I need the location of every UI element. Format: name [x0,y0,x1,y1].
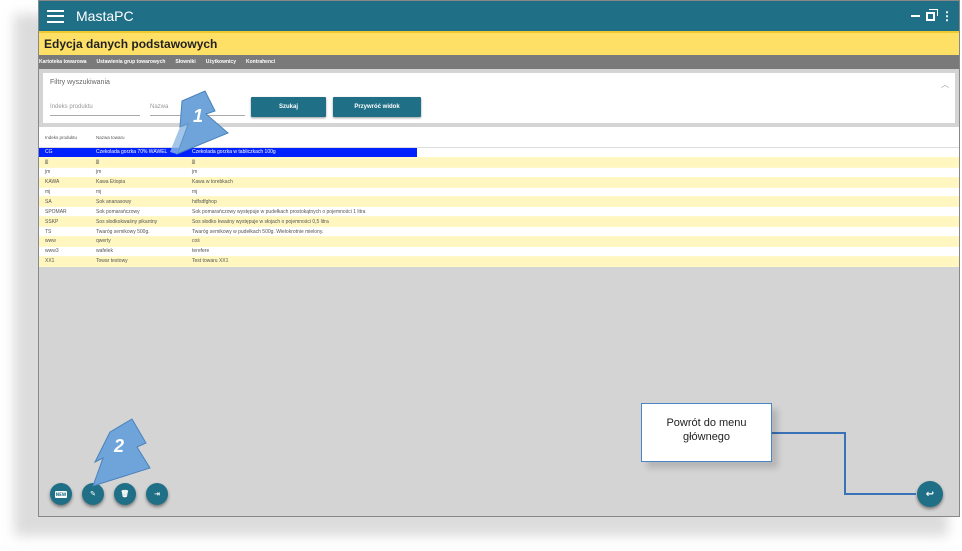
cell-product-index: CG [45,149,53,156]
arrow-1-label: 1 [193,106,203,126]
callout-connector-line [772,432,916,495]
screenshot-page: MastaPC ⋮ Edycja danych podstawowych Kar… [0,0,962,551]
annotation-overlay: 1 2 [92,90,916,495]
arrow-2-label: 2 [113,436,124,456]
cell-product-name: Czekolada gorzka 70% WAWEL [96,149,168,156]
back-callout: Powrót do menu głównego [641,403,772,462]
callout-text: Powrót do menu głównego [666,417,747,443]
cell-product-description: Czekolada gorzka w tabliczkach 100g [192,149,276,156]
